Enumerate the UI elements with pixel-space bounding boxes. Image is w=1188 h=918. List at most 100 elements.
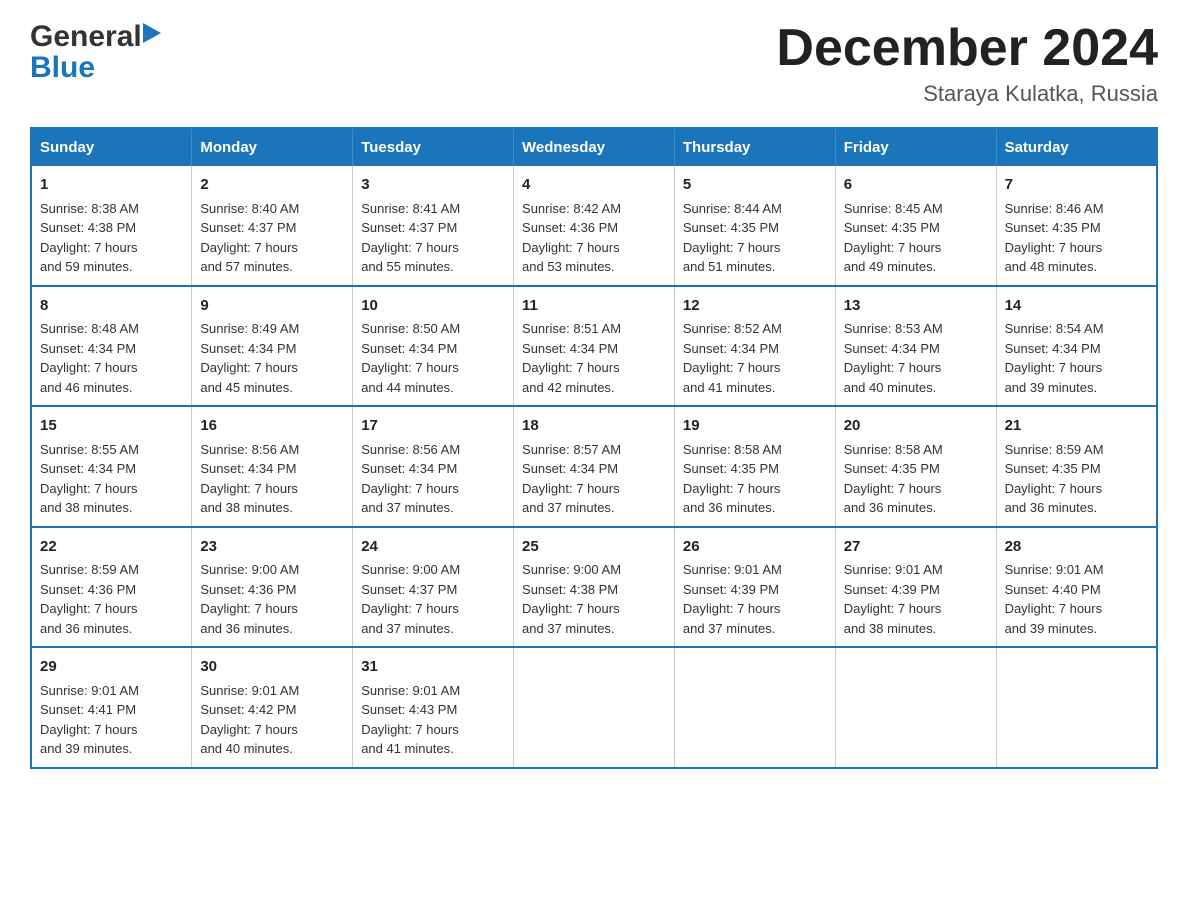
sunrise-info: Sunrise: 8:56 AM [200,442,299,457]
daylight-info: Daylight: 7 hours [1005,481,1103,496]
daylight-info2: and 55 minutes. [361,259,454,274]
day-number: 1 [40,174,183,197]
sunrise-info: Sunrise: 8:57 AM [522,442,621,457]
sunset-info: Sunset: 4:36 PM [40,582,136,597]
daylight-info2: and 39 minutes. [1005,380,1098,395]
daylight-info2: and 53 minutes. [522,259,615,274]
daylight-info: Daylight: 7 hours [200,360,298,375]
daylight-info2: and 42 minutes. [522,380,615,395]
daylight-info: Daylight: 7 hours [844,601,942,616]
daylight-info2: and 37 minutes. [361,500,454,515]
sunset-info: Sunset: 4:34 PM [40,461,136,476]
calendar-cell: 1 Sunrise: 8:38 AM Sunset: 4:38 PM Dayli… [31,166,192,286]
sunset-info: Sunset: 4:35 PM [683,220,779,235]
calendar-header-friday: Friday [835,128,996,166]
sunset-info: Sunset: 4:34 PM [200,341,296,356]
day-number: 29 [40,656,183,679]
calendar-header-tuesday: Tuesday [353,128,514,166]
daylight-info: Daylight: 7 hours [40,601,138,616]
calendar-cell: 24 Sunrise: 9:00 AM Sunset: 4:37 PM Dayl… [353,527,514,648]
daylight-info2: and 49 minutes. [844,259,937,274]
page-header: General Blue December 2024 Staraya Kulat… [30,20,1158,107]
sunrise-info: Sunrise: 8:56 AM [361,442,460,457]
calendar-cell: 4 Sunrise: 8:42 AM Sunset: 4:36 PM Dayli… [514,166,675,286]
daylight-info2: and 51 minutes. [683,259,776,274]
calendar-cell: 23 Sunrise: 9:00 AM Sunset: 4:36 PM Dayl… [192,527,353,648]
calendar-cell: 13 Sunrise: 8:53 AM Sunset: 4:34 PM Dayl… [835,286,996,407]
calendar-cell: 20 Sunrise: 8:58 AM Sunset: 4:35 PM Dayl… [835,406,996,527]
sunset-info: Sunset: 4:43 PM [361,702,457,717]
calendar-cell: 31 Sunrise: 9:01 AM Sunset: 4:43 PM Dayl… [353,647,514,768]
day-number: 27 [844,536,988,559]
daylight-info: Daylight: 7 hours [522,601,620,616]
daylight-info2: and 36 minutes. [683,500,776,515]
daylight-info2: and 38 minutes. [40,500,133,515]
daylight-info: Daylight: 7 hours [361,360,459,375]
day-number: 6 [844,174,988,197]
day-number: 14 [1005,295,1148,318]
day-number: 3 [361,174,505,197]
daylight-info: Daylight: 7 hours [683,601,781,616]
sunrise-info: Sunrise: 9:00 AM [522,562,621,577]
day-number: 13 [844,295,988,318]
calendar-week-row: 8 Sunrise: 8:48 AM Sunset: 4:34 PM Dayli… [31,286,1157,407]
sunrise-info: Sunrise: 8:55 AM [40,442,139,457]
calendar-week-row: 15 Sunrise: 8:55 AM Sunset: 4:34 PM Dayl… [31,406,1157,527]
daylight-info: Daylight: 7 hours [683,240,781,255]
logo: General Blue [30,20,165,81]
calendar-header-wednesday: Wednesday [514,128,675,166]
daylight-info: Daylight: 7 hours [522,360,620,375]
daylight-info: Daylight: 7 hours [40,722,138,737]
daylight-info: Daylight: 7 hours [40,240,138,255]
daylight-info: Daylight: 7 hours [683,360,781,375]
daylight-info2: and 37 minutes. [683,621,776,636]
sunrise-info: Sunrise: 8:40 AM [200,201,299,216]
calendar-cell: 14 Sunrise: 8:54 AM Sunset: 4:34 PM Dayl… [996,286,1157,407]
daylight-info: Daylight: 7 hours [40,481,138,496]
sunset-info: Sunset: 4:35 PM [844,461,940,476]
sunrise-info: Sunrise: 8:46 AM [1005,201,1104,216]
calendar-cell [514,647,675,768]
calendar-cell: 16 Sunrise: 8:56 AM Sunset: 4:34 PM Dayl… [192,406,353,527]
daylight-info2: and 36 minutes. [40,621,133,636]
sunrise-info: Sunrise: 8:59 AM [40,562,139,577]
calendar-header-thursday: Thursday [674,128,835,166]
daylight-info: Daylight: 7 hours [361,601,459,616]
sunset-info: Sunset: 4:34 PM [40,341,136,356]
sunrise-info: Sunrise: 8:54 AM [1005,321,1104,336]
sunset-info: Sunset: 4:34 PM [361,341,457,356]
sunrise-info: Sunrise: 9:01 AM [200,683,299,698]
day-number: 22 [40,536,183,559]
daylight-info: Daylight: 7 hours [200,240,298,255]
daylight-info2: and 36 minutes. [200,621,293,636]
calendar-cell: 29 Sunrise: 9:01 AM Sunset: 4:41 PM Dayl… [31,647,192,768]
daylight-info2: and 39 minutes. [1005,621,1098,636]
daylight-info: Daylight: 7 hours [200,481,298,496]
sunset-info: Sunset: 4:36 PM [522,220,618,235]
sunset-info: Sunset: 4:34 PM [361,461,457,476]
sunset-info: Sunset: 4:39 PM [683,582,779,597]
daylight-info2: and 38 minutes. [200,500,293,515]
day-number: 15 [40,415,183,438]
daylight-info: Daylight: 7 hours [844,240,942,255]
day-number: 16 [200,415,344,438]
daylight-info: Daylight: 7 hours [522,240,620,255]
calendar-cell: 10 Sunrise: 8:50 AM Sunset: 4:34 PM Dayl… [353,286,514,407]
day-number: 23 [200,536,344,559]
day-number: 8 [40,295,183,318]
sunset-info: Sunset: 4:37 PM [361,220,457,235]
sunset-info: Sunset: 4:34 PM [1005,341,1101,356]
daylight-info2: and 38 minutes. [844,621,937,636]
sunrise-info: Sunrise: 8:44 AM [683,201,782,216]
sunset-info: Sunset: 4:41 PM [40,702,136,717]
calendar-cell: 30 Sunrise: 9:01 AM Sunset: 4:42 PM Dayl… [192,647,353,768]
logo-general: General [30,20,142,54]
calendar-cell: 12 Sunrise: 8:52 AM Sunset: 4:34 PM Dayl… [674,286,835,407]
calendar-header-sunday: Sunday [31,128,192,166]
sunrise-info: Sunrise: 9:01 AM [844,562,943,577]
calendar-cell [835,647,996,768]
sunset-info: Sunset: 4:34 PM [200,461,296,476]
day-number: 17 [361,415,505,438]
calendar-cell: 22 Sunrise: 8:59 AM Sunset: 4:36 PM Dayl… [31,527,192,648]
sunrise-info: Sunrise: 9:01 AM [40,683,139,698]
